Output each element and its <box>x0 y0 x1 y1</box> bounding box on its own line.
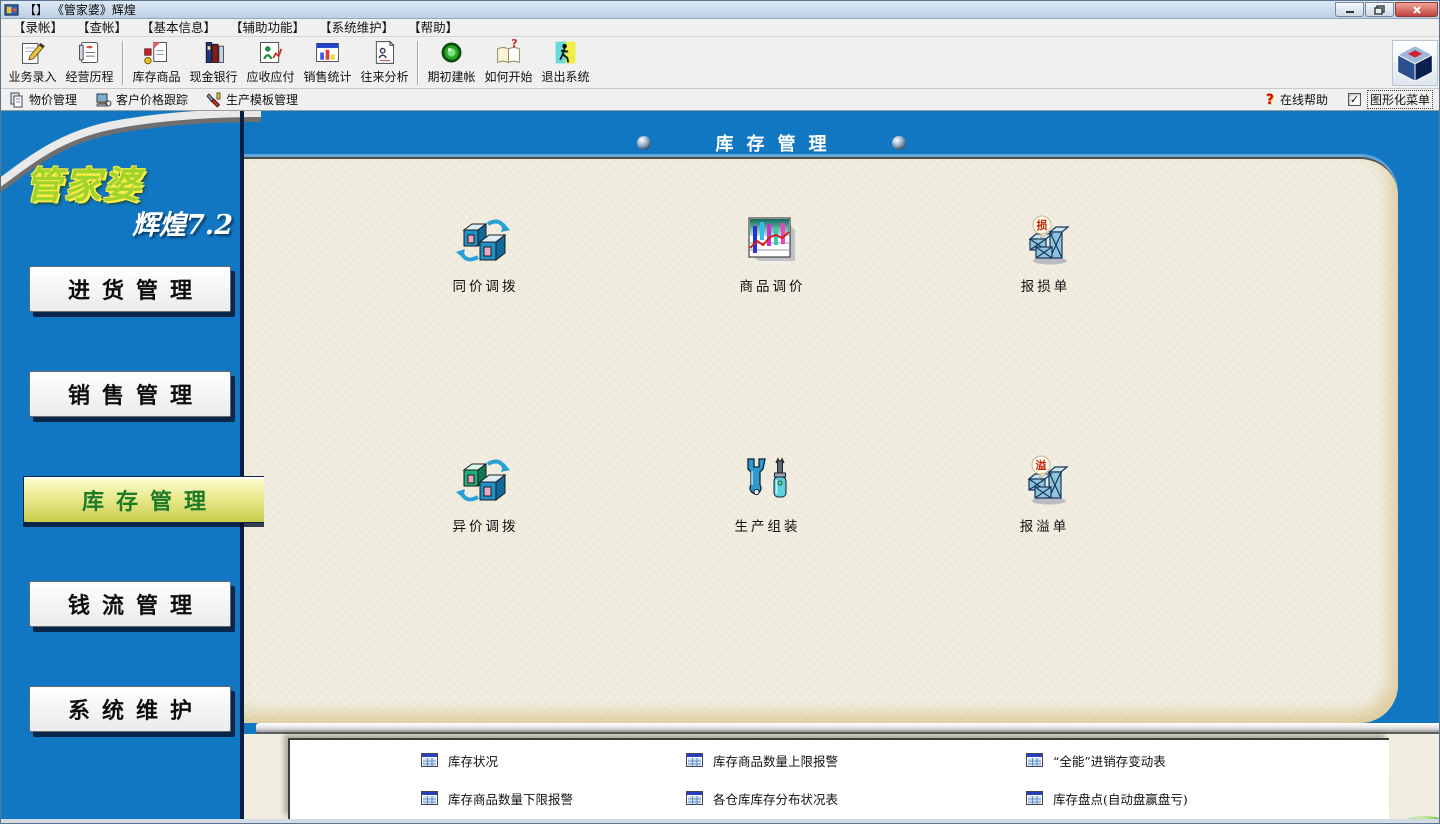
workspace: 管家婆 辉煌7.2 进货管理 销售管理 库存管理 钱流管理 系统维护 库存管理 <box>1 111 1440 824</box>
table-icon <box>421 753 438 767</box>
price-management-icon <box>9 92 25 108</box>
toolbar-button-how-to-start[interactable]: ? 如何开始 <box>480 38 537 87</box>
diff-price-transfer-icon <box>455 455 513 507</box>
customer-price-tracking-icon <box>95 92 112 108</box>
table-icon <box>1026 753 1043 767</box>
sphere-decoration-icon <box>892 136 906 150</box>
report-inventory-status[interactable]: 库存状况 <box>421 751 498 769</box>
report-upper-limit-alarm[interactable]: 库存商品数量上限报警 <box>686 751 838 769</box>
close-icon <box>1412 5 1422 15</box>
contacts-analysis-icon <box>370 38 399 67</box>
online-help-icon: ? <box>1266 92 1274 108</box>
graphic-menu-checkbox[interactable]: ✓ <box>1348 93 1361 106</box>
menu-item-help[interactable]: 【帮助】 <box>401 19 465 37</box>
svg-text:损: 损 <box>1037 218 1048 232</box>
function-overflow-report[interactable]: 溢 报溢单 <box>973 451 1113 535</box>
exit-system-icon <box>551 38 580 67</box>
toolbar-button-business-entry[interactable]: 业务录入 <box>4 38 61 87</box>
report-links-panel: 库存状况 库存商品数量上限报警 “全能”进销存变动表 <box>288 738 1389 819</box>
restore-icon <box>1374 5 1385 15</box>
secondary-toolbar: 物价管理 客户价格跟踪 生产模板管理 ? 在线帮助 ✓ 图形化菜单 <box>1 89 1440 111</box>
app-icon <box>4 2 19 17</box>
title-bar: 【】 《管家婆》辉煌 <box>1 1 1440 19</box>
report-lower-limit-alarm[interactable]: 库存商品数量下限报警 <box>421 789 573 807</box>
how-to-start-icon: ? <box>494 38 523 67</box>
report-almighty-change-table[interactable]: “全能”进销存变动表 <box>1026 751 1166 769</box>
production-assembly-icon <box>737 455 795 507</box>
sales-statistics-icon <box>313 38 342 67</box>
loss-report-icon: 损 <box>1015 215 1073 267</box>
menu-item-auxiliary[interactable]: 【辅助功能】 <box>223 19 312 37</box>
operation-history-icon <box>75 38 104 67</box>
window-title: 【】 《管家婆》辉煌 <box>24 1 136 18</box>
main-toolbar: 业务录入 经营历程 库存商品 <box>1 37 1440 89</box>
table-icon <box>686 753 703 767</box>
svg-text:溢: 溢 <box>1036 458 1047 472</box>
toolbar-button-sales-statistics[interactable]: 销售统计 <box>299 38 356 87</box>
cash-bank-icon <box>199 38 228 67</box>
toolbar-separator <box>417 41 419 85</box>
same-price-transfer-icon <box>455 215 513 267</box>
function-same-price-transfer[interactable]: 同价调拨 <box>414 211 554 295</box>
sidebar-divider <box>240 111 244 819</box>
toolbar-button-inventory-goods[interactable]: 库存商品 <box>128 38 185 87</box>
close-button[interactable] <box>1395 2 1438 17</box>
goods-price-adjust-icon <box>742 215 800 267</box>
toolbar-separator <box>122 41 124 85</box>
business-entry-icon <box>18 38 47 67</box>
toolbar-button-operation-history[interactable]: 经营历程 <box>61 38 118 87</box>
toolbar-button-cash-bank[interactable]: 现金银行 <box>185 38 242 87</box>
toolbar-button-contacts-analysis[interactable]: 往来分析 <box>356 38 413 87</box>
subtoolbar-button-customer-price-tracking[interactable]: 客户价格跟踪 <box>95 90 188 110</box>
subtoolbar-button-production-template[interactable]: 生产模板管理 <box>206 90 298 110</box>
sphere-decoration-icon <box>637 136 651 150</box>
toolbar-button-exit-system[interactable]: 退出系统 <box>537 38 594 87</box>
table-icon <box>686 791 703 805</box>
page-title: 库存管理 <box>703 130 840 156</box>
horizontal-ridge-divider <box>256 723 1440 734</box>
application-window: 【】 《管家婆》辉煌 【录帐】 【查帐】 【基本信息】 【辅助功能】 【系统维护 <box>0 0 1440 824</box>
menu-item-record[interactable]: 【录帐】 <box>6 19 70 37</box>
minimize-button[interactable] <box>1335 2 1364 17</box>
overflow-report-icon: 溢 <box>1014 455 1072 507</box>
sidebar-item-maintenance[interactable]: 系统维护 <box>29 686 231 732</box>
initial-account-icon <box>437 38 466 67</box>
production-template-icon <box>206 92 222 108</box>
brand-logo-text: 管家婆 <box>25 155 142 209</box>
menu-item-basic-info[interactable]: 【基本信息】 <box>134 19 223 37</box>
table-icon <box>421 791 438 805</box>
report-stocktake[interactable]: 库存盘点(自动盘赢盘亏) <box>1026 789 1188 807</box>
minimize-icon <box>1345 5 1355 14</box>
section-header: 库存管理 <box>561 129 981 157</box>
cube-icon <box>1395 43 1435 83</box>
function-loss-report[interactable]: 损 报损单 <box>974 211 1114 295</box>
toolbar-button-initial-account[interactable]: 期初建帐 <box>423 38 480 87</box>
sidebar-item-purchase[interactable]: 进货管理 <box>29 266 231 312</box>
restore-button[interactable] <box>1365 2 1394 17</box>
sidebar-item-sales[interactable]: 销售管理 <box>29 371 231 417</box>
report-warehouse-distribution[interactable]: 各仓库库存分布状况表 <box>686 789 838 807</box>
table-icon <box>1026 791 1043 805</box>
receivable-payable-icon <box>256 38 285 67</box>
window-bottom-strip <box>1 819 1440 824</box>
graphic-menu-label[interactable]: 图形化菜单 <box>1367 90 1433 109</box>
brand-version-text: 辉煌7.2 <box>81 203 233 242</box>
menu-item-system-maintenance[interactable]: 【系统维护】 <box>312 19 401 37</box>
subtoolbar-button-price-management[interactable]: 物价管理 <box>9 90 77 110</box>
function-goods-price-adjust[interactable]: 商品调价 <box>701 211 841 295</box>
inventory-goods-icon <box>142 38 171 67</box>
function-diff-price-transfer[interactable]: 异价调拨 <box>414 451 554 535</box>
toolbar-button-receivable-payable[interactable]: 应收应付 <box>242 38 299 87</box>
svg-text:?: ? <box>511 38 517 50</box>
menu-item-check-accounts[interactable]: 【查帐】 <box>70 19 134 37</box>
online-help-link[interactable]: 在线帮助 <box>1280 91 1328 108</box>
guanjiapo-cube-logo <box>1392 40 1438 86</box>
sidebar-item-inventory[interactable]: 库存管理 <box>23 476 264 523</box>
function-production-assembly[interactable]: 生产组装 <box>696 451 836 535</box>
sidebar-item-cashflow[interactable]: 钱流管理 <box>29 581 231 627</box>
menu-bar: 【录帐】 【查帐】 【基本信息】 【辅助功能】 【系统维护】 【帮助】 <box>1 19 1440 37</box>
